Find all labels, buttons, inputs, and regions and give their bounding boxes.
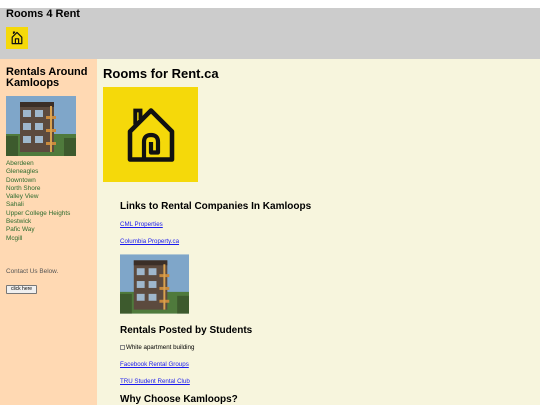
sidebar: Rentals Around Kamloops Aberdeen Gleneag… bbox=[0, 59, 97, 405]
main-content: Rooms for Rent.ca Links to Rental Compan… bbox=[97, 59, 540, 405]
broken-image-alt: White apartment building bbox=[126, 344, 195, 351]
nav-item-upper-college-heights[interactable]: Upper College Heights bbox=[6, 210, 70, 218]
page: Rooms 4 Rent Rentals Around Kamloops Abe… bbox=[0, 8, 540, 405]
nav-item-mcgill[interactable]: Mcgill bbox=[6, 235, 70, 243]
broken-image: White apartment building bbox=[120, 344, 194, 351]
site-title: Rooms 4 Rent bbox=[6, 8, 80, 20]
site-header: Rooms 4 Rent bbox=[0, 8, 540, 59]
link-tru-student-rental-club[interactable]: TRU Student Rental Club bbox=[120, 378, 190, 385]
apartment-building-photo bbox=[6, 96, 76, 156]
nav-item-downtown[interactable]: Downtown bbox=[6, 177, 70, 185]
nav-item-sahali[interactable]: Sahali bbox=[6, 201, 70, 209]
house-logo-icon bbox=[6, 27, 28, 49]
students-heading: Rentals Posted by Students bbox=[120, 325, 253, 336]
companies-heading: Links to Rental Companies In Kamloops bbox=[120, 201, 312, 212]
click-here-button[interactable]: click here bbox=[6, 285, 37, 294]
nav-item-valley-view[interactable]: Valley View bbox=[6, 193, 70, 201]
link-columbia-property[interactable]: Columbia Property.ca bbox=[120, 238, 179, 245]
page-title: Rooms for Rent.ca bbox=[103, 66, 219, 81]
house-logo-large-icon bbox=[103, 87, 198, 182]
sidebar-title: Rentals Around Kamloops bbox=[6, 66, 88, 89]
nav-item-bestwick[interactable]: Bestwick bbox=[6, 218, 70, 226]
apartment-building-photo-main bbox=[120, 254, 189, 314]
broken-image-icon bbox=[120, 345, 125, 350]
nav-item-aberdeen[interactable]: Aberdeen bbox=[6, 160, 70, 168]
contact-text: Contact Us Below. bbox=[6, 268, 59, 275]
link-facebook-rental-groups[interactable]: Facebook Rental Groups bbox=[120, 361, 189, 368]
why-heading: Why Choose Kamloops? bbox=[120, 394, 238, 405]
nav-item-pafic-way[interactable]: Pafic Way bbox=[6, 226, 70, 234]
link-cml-properties[interactable]: CML Properties bbox=[120, 221, 163, 228]
nav-item-north-shore[interactable]: North Shore bbox=[6, 185, 70, 193]
nav-item-gleneagles[interactable]: Gleneagles bbox=[6, 168, 70, 176]
neighbourhood-list: Aberdeen Gleneagles Downtown North Shore… bbox=[6, 160, 70, 243]
